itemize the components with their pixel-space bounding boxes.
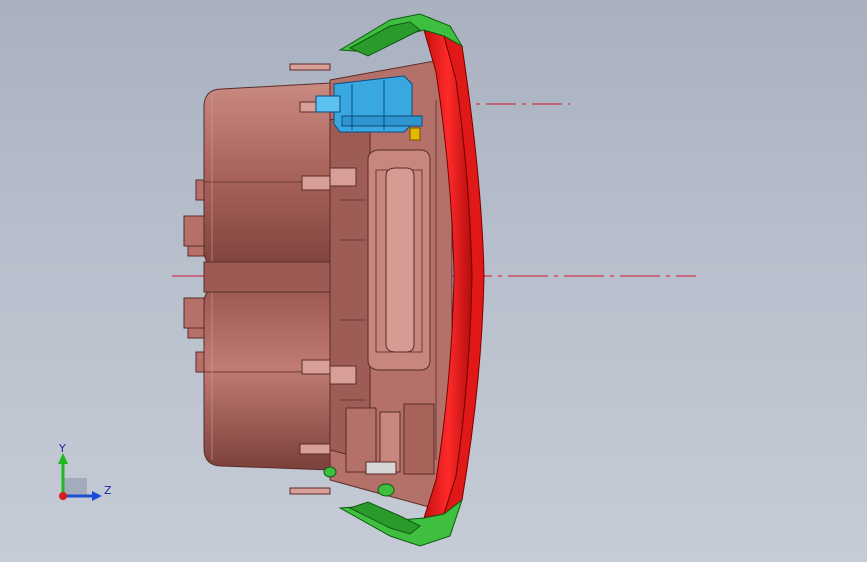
triad-y-label: Y [59, 442, 66, 455]
lower-drum[interactable] [203, 283, 331, 471]
yellow-marker [409, 127, 421, 141]
cad-viewport[interactable]: Y Z [0, 0, 867, 562]
drum-waist [203, 261, 331, 293]
triad-xy-plane [63, 478, 87, 495]
triad-z-arrow [92, 491, 102, 501]
triad-axes [58, 453, 102, 501]
lower-detail [345, 403, 435, 475]
triad-z-label: Z [104, 484, 112, 497]
orientation-triad: Y Z [46, 440, 126, 510]
triad-origin [59, 492, 67, 500]
cad-model-view[interactable] [0, 0, 867, 562]
